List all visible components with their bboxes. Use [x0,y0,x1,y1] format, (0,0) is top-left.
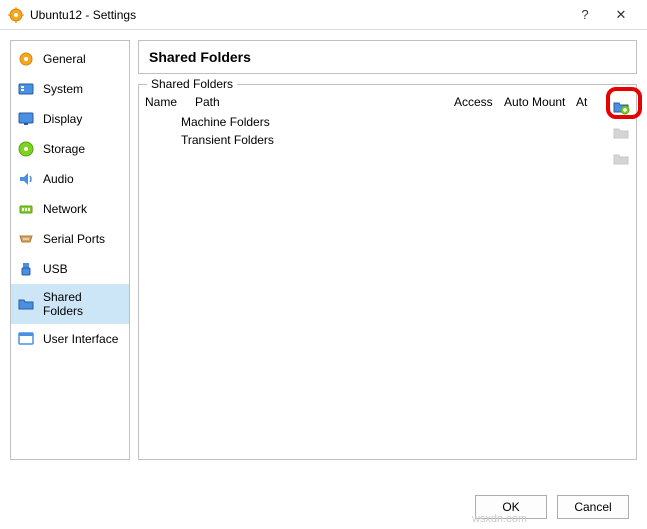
main-panel: Shared Folders Shared Folders Name Path … [138,40,637,460]
serial-ports-icon [17,230,35,248]
page-title-box: Shared Folders [138,40,637,74]
user-interface-icon [17,330,35,348]
titlebar: Ubuntu12 - Settings ? ✕ [0,0,647,30]
folder-action-buttons [606,91,636,459]
col-name[interactable]: Name [145,95,195,109]
cancel-button[interactable]: Cancel [557,495,629,519]
sidebar-item-audio[interactable]: Audio [11,164,129,194]
sidebar-item-label: Network [43,202,87,216]
sidebar-item-storage[interactable]: Storage [11,134,129,164]
system-icon [17,80,35,98]
sidebar-item-general[interactable]: General [11,44,129,74]
group-legend: Shared Folders [147,77,237,91]
network-icon [17,200,35,218]
sidebar-item-label: Display [43,112,82,126]
col-automount[interactable]: Auto Mount [504,95,576,109]
sidebar-item-shared-folders[interactable]: Shared Folders [11,284,129,324]
usb-icon [17,260,35,278]
close-button[interactable]: ✕ [603,0,639,30]
tree-row-machine-folders[interactable]: Machine Folders [145,113,600,131]
sidebar-item-label: Audio [43,172,74,186]
page-title: Shared Folders [149,49,626,65]
sidebar-item-label: USB [43,262,68,276]
col-at[interactable]: At [576,95,600,109]
sidebar-item-label: General [43,52,86,66]
sidebar-item-serial-ports[interactable]: Serial Ports [11,224,129,254]
sidebar-item-label: Shared Folders [43,290,123,318]
shared-folders-icon [17,295,35,313]
add-shared-folder-button[interactable] [611,97,631,117]
help-button[interactable]: ? [567,0,603,30]
sidebar-item-label: Storage [43,142,85,156]
sidebar-item-network[interactable]: Network [11,194,129,224]
display-icon [17,110,35,128]
edit-shared-folder-button[interactable] [611,123,631,143]
tree-row-transient-folders[interactable]: Transient Folders [145,131,600,149]
shared-folders-tree[interactable]: Name Path Access Auto Mount At Machine F… [139,91,606,459]
general-icon [17,50,35,68]
sidebar-item-label: System [43,82,83,96]
window-title: Ubuntu12 - Settings [30,8,567,22]
sidebar-item-usb[interactable]: USB [11,254,129,284]
sidebar-item-system[interactable]: System [11,74,129,104]
app-icon [8,7,24,23]
audio-icon [17,170,35,188]
watermark: wsxdn.com [472,513,527,525]
sidebar-item-display[interactable]: Display [11,104,129,134]
settings-sidebar: General System Display Storage Audio Net… [10,40,130,460]
sidebar-item-user-interface[interactable]: User Interface [11,324,129,354]
sidebar-item-label: User Interface [43,332,118,346]
col-access[interactable]: Access [454,95,504,109]
sidebar-item-label: Serial Ports [43,232,105,246]
tree-header: Name Path Access Auto Mount At [145,93,600,113]
col-path[interactable]: Path [195,95,454,109]
shared-folders-group: Shared Folders Name Path Access Auto Mou… [138,84,637,460]
storage-icon [17,140,35,158]
remove-shared-folder-button[interactable] [611,149,631,169]
